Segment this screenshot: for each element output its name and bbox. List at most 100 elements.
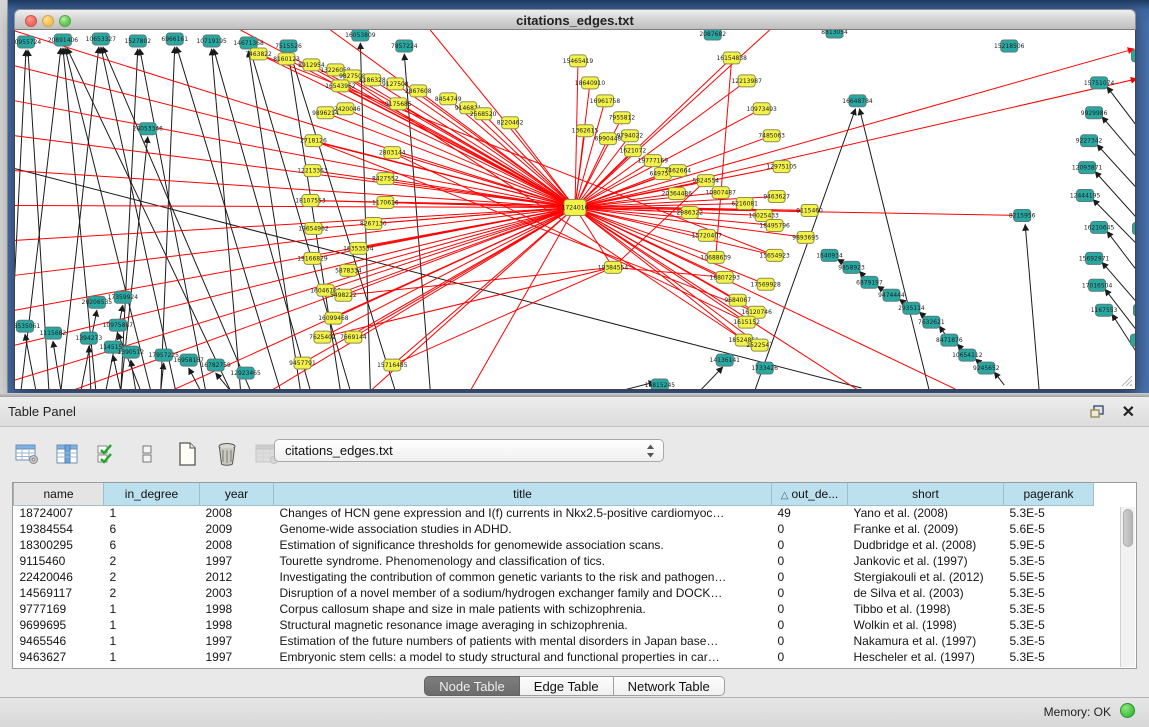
table-cell[interactable]: Changes of HCN gene expression and I(f) … [274, 505, 772, 521]
table-cell[interactable]: 5.3E-5 [1004, 601, 1094, 617]
citation-edge-black[interactable] [1025, 224, 1039, 389]
citation-edge-red[interactable] [15, 66, 575, 208]
table-cell[interactable]: 2012 [200, 569, 274, 585]
table-row[interactable]: 911546021997Tourette syndrome. Phenomeno… [14, 553, 1094, 569]
table-cell[interactable]: 0 [772, 585, 848, 601]
table-cell[interactable]: Investigating the contribution of common… [274, 569, 772, 585]
table-cell[interactable]: 5.5E-5 [1004, 569, 1094, 585]
column-header-short[interactable]: short [848, 483, 1004, 505]
table-cell[interactable]: Estimation of the future numbers of pati… [274, 633, 772, 649]
table-scrollbar-thumb[interactable] [1123, 509, 1133, 547]
table-cell[interactable]: 5.3E-5 [1004, 649, 1094, 665]
select-all-icon[interactable] [94, 441, 120, 467]
new-document-icon[interactable] [174, 441, 200, 467]
table-cell[interactable]: 2009 [200, 521, 274, 537]
table-cell[interactable]: Corpus callosum shape and size in male p… [274, 601, 772, 617]
table-cell[interactable]: Nakamura et al. (1997) [848, 633, 1004, 649]
network-canvas-area[interactable]: 1095572420891406106533271527802696616110… [14, 30, 1136, 390]
citation-edge-black[interactable] [1107, 87, 1135, 141]
table-row[interactable]: 2242004622012Investigating the contribut… [14, 569, 1094, 585]
table-cell[interactable]: 9777169 [14, 601, 104, 617]
table-cell[interactable]: Jankovic et al. (1997) [848, 553, 1004, 569]
table-cell[interactable]: 0 [772, 537, 848, 553]
table-cell[interactable]: 0 [772, 633, 848, 649]
table-cell[interactable]: 19384554 [14, 521, 104, 537]
table-cell[interactable]: 6 [104, 537, 200, 553]
resize-grip[interactable] [1119, 373, 1133, 387]
citation-edge-red[interactable] [15, 208, 575, 311]
citation-edge-black[interactable] [859, 109, 929, 389]
table-cell[interactable]: Estimation of significance thresholds fo… [274, 537, 772, 553]
citation-edge-red[interactable] [392, 267, 613, 365]
table-cell[interactable]: 0 [772, 569, 848, 585]
citation-edge-black[interactable] [249, 51, 301, 389]
citation-edge-red[interactable] [613, 267, 725, 277]
table-cell[interactable]: 1 [104, 601, 200, 617]
table-cell[interactable]: Tourette syndrome. Phenomenology and cla… [274, 553, 772, 569]
column-header-title[interactable]: title [274, 483, 772, 505]
table-cell[interactable]: 2 [104, 553, 200, 569]
citation-edge-black[interactable] [53, 341, 61, 389]
table-cell[interactable]: Embryonic stem cells: a model to study s… [274, 649, 772, 665]
citation-edge-red[interactable] [575, 49, 1134, 208]
unselect-all-icon[interactable] [134, 441, 160, 467]
table-cell[interactable]: de Silva et al. (2003) [848, 585, 1004, 601]
citation-edge-black[interactable] [1102, 117, 1135, 171]
table-cell[interactable]: 5.3E-5 [1004, 633, 1094, 649]
graph-node-teal[interactable] [1134, 304, 1135, 316]
tab-edge-table[interactable]: Edge Table [520, 676, 614, 696]
table-source-select[interactable]: citations_edges.txt [274, 439, 664, 462]
table-row[interactable]: 946554611997Estimation of the future num… [14, 633, 1094, 649]
table-cell[interactable]: 0 [772, 553, 848, 569]
table-cell[interactable]: 6 [104, 521, 200, 537]
table-row[interactable]: 1938455462009Genome-wide association stu… [14, 521, 1094, 537]
float-panel-icon[interactable] [1089, 404, 1105, 420]
column-header-pagerank[interactable]: pagerank [1004, 483, 1094, 505]
table-cell[interactable]: Yano et al. (2008) [848, 505, 1004, 521]
column-header-name[interactable]: name [14, 483, 104, 505]
citation-edge-black[interactable] [994, 372, 1004, 385]
table-cell[interactable]: 9463627 [14, 649, 104, 665]
table-cell[interactable]: Dudbridge et al. (2008) [848, 537, 1004, 553]
citation-edge-black[interactable] [121, 49, 138, 389]
table-cell[interactable]: 1997 [200, 649, 274, 665]
citation-edge-black[interactable] [1097, 145, 1135, 201]
table-row[interactable]: 1456911722003Disruption of a novel membe… [14, 585, 1094, 601]
citation-edge-black[interactable] [700, 367, 723, 389]
table-cell[interactable]: 0 [772, 521, 848, 537]
table-cell[interactable]: 2008 [200, 505, 274, 521]
table-cell[interactable]: 9699695 [14, 617, 104, 633]
table-cell[interactable]: 1 [104, 633, 200, 649]
table-cell[interactable]: 22420046 [14, 569, 104, 585]
citation-edge-black[interactable] [131, 360, 136, 389]
citation-edge-red[interactable] [259, 54, 575, 208]
table-cell[interactable]: 2003 [200, 585, 274, 601]
graph-node-teal[interactable] [1131, 334, 1135, 346]
column-header-out_de[interactable]: △out_de... [772, 483, 848, 505]
table-cell[interactable]: 1 [104, 649, 200, 665]
memory-ok-indicator[interactable] [1120, 703, 1135, 718]
table-cell[interactable]: 1 [104, 617, 200, 633]
table-cell[interactable]: Disruption of a novel member of a sodium… [274, 585, 772, 601]
table-cell[interactable]: 0 [772, 649, 848, 665]
graph-node-teal[interactable] [1132, 50, 1135, 62]
table-cell[interactable]: 5.3E-5 [1004, 585, 1094, 601]
table-cell[interactable]: 0 [772, 601, 848, 617]
table-cell[interactable]: 1 [104, 505, 200, 521]
table-settings-icon[interactable] [14, 441, 40, 467]
window-titlebar[interactable]: citations_edges.txt [14, 9, 1136, 30]
show-column-icon[interactable] [54, 441, 80, 467]
table-cell[interactable]: 5.3E-5 [1004, 553, 1094, 569]
table-cell[interactable]: 0 [772, 617, 848, 633]
table-cell[interactable]: Hescheler et al. (1997) [848, 649, 1004, 665]
table-cell[interactable]: 2 [104, 569, 200, 585]
table-cell[interactable]: 49 [772, 505, 848, 521]
column-header-year[interactable]: year [200, 483, 274, 505]
table-cell[interactable]: 18300295 [14, 537, 104, 553]
table-cell[interactable]: 5.9E-5 [1004, 537, 1094, 553]
citation-edge-black[interactable] [101, 47, 176, 389]
table-cell[interactable]: Stergiakouli et al. (2012) [848, 569, 1004, 585]
table-cell[interactable]: 5.6E-5 [1004, 521, 1094, 537]
network-canvas[interactable]: 1095572420891406106533271527802696616110… [15, 30, 1135, 389]
table-cell[interactable]: 9465546 [14, 633, 104, 649]
